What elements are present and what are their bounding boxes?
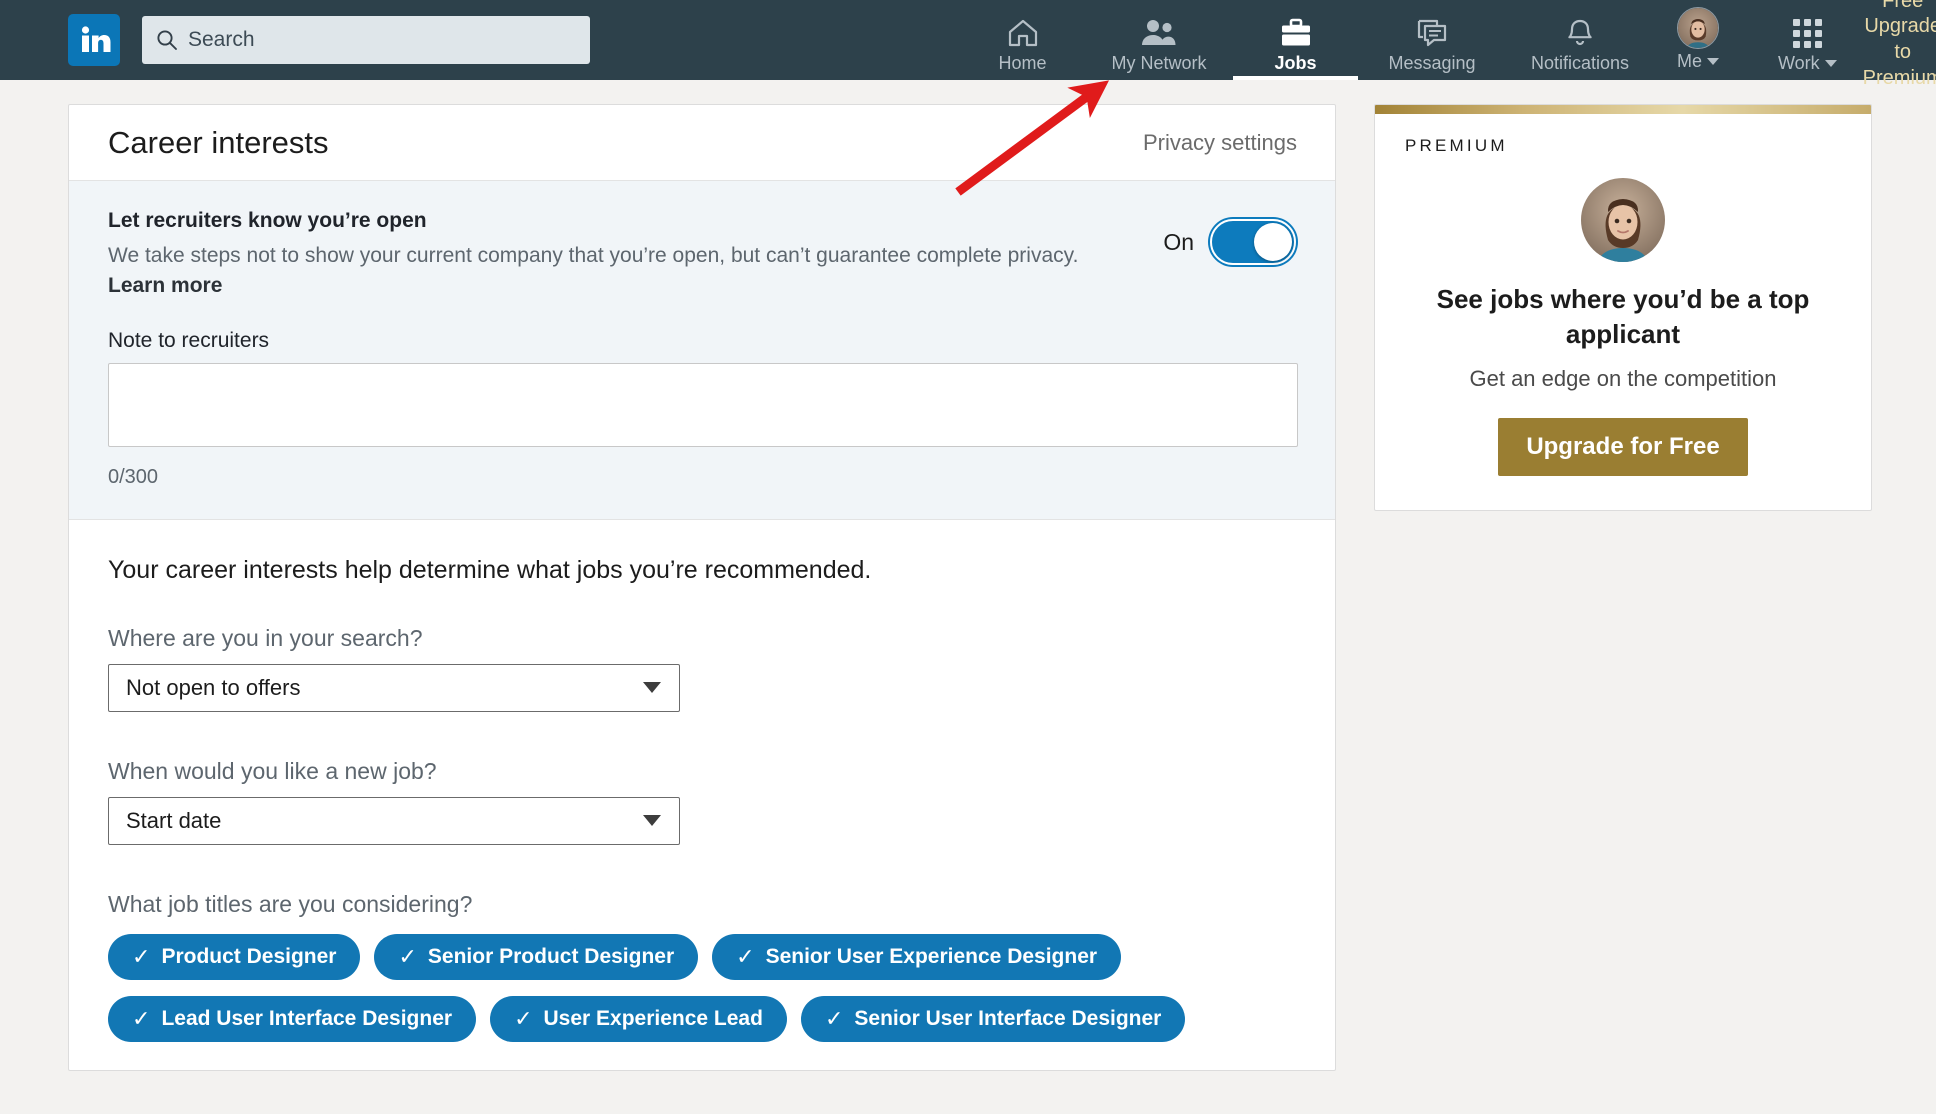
field-job-titles-label: What job titles are you considering? — [108, 890, 473, 917]
nav-item-me[interactable]: Me — [1654, 0, 1742, 80]
nav-left-group — [0, 14, 590, 66]
message-icon — [1416, 16, 1448, 50]
job-title-pill-label: Lead User Interface Designer — [161, 1006, 453, 1030]
premium-gold-bar — [1375, 105, 1871, 114]
job-title-pill[interactable]: ✓ Senior Product Designer — [374, 933, 699, 980]
chevron-down-icon — [643, 815, 661, 827]
toggle-knob — [1254, 223, 1292, 261]
nav-item-jobs[interactable]: Jobs — [1233, 0, 1358, 80]
job-title-pill[interactable]: ✓ Product Designer — [108, 933, 361, 980]
people-icon — [1141, 16, 1177, 50]
nav-item-notifications[interactable]: Notifications — [1506, 0, 1654, 80]
job-title-pill-label: Senior User Interface Designer — [854, 1006, 1162, 1030]
career-interests-body: Your career interests help determine wha… — [69, 520, 1335, 1070]
nav-item-my-network-label: My Network — [1111, 53, 1207, 73]
bell-icon — [1565, 16, 1595, 50]
check-icon: ✓ — [132, 1005, 151, 1031]
check-icon: ✓ — [736, 943, 755, 969]
page-title: Career interests — [108, 124, 329, 160]
nav-item-me-label: Me — [1676, 51, 1702, 71]
upgrade-for-free-button[interactable]: Upgrade for Free — [1498, 417, 1748, 476]
home-icon — [1007, 16, 1039, 50]
privacy-settings-link[interactable]: Privacy settings — [1143, 130, 1297, 156]
open-to-recruiters-section: Let recruiters know you’re open We take … — [69, 181, 1335, 520]
toggle-state-label: On — [1163, 228, 1194, 255]
premium-upgrade-line1: Free Upgrade — [1864, 0, 1936, 38]
chevron-down-icon — [643, 682, 661, 694]
job-title-pill-row-2: ✓ Lead User Interface Designer ✓ User Ex… — [108, 995, 1296, 1042]
check-icon: ✓ — [824, 1005, 844, 1031]
field-search-status-label: Where are you in your search? — [108, 624, 423, 651]
premium-card-subtitle: Get an edge on the competition — [1469, 365, 1777, 391]
job-title-pill-label: Senior User Experience Designer — [765, 944, 1098, 968]
job-title-pill-row-1: ✓ Product Designer ✓ Senior Product Desi… — [108, 933, 1296, 980]
avatar — [1677, 7, 1719, 49]
nav-item-messaging[interactable]: Messaging — [1358, 0, 1506, 80]
nav-items-group: Home My Network Jobs Messaging Notificat… — [960, 0, 1742, 80]
open-to-recruiters-description: We take steps not to show your current c… — [108, 241, 1088, 301]
job-title-pill[interactable]: ✓ User Experience Lead — [490, 995, 787, 1042]
nav-item-notifications-label: Notifications — [1530, 53, 1630, 73]
nav-item-work-label-group: Work — [1778, 53, 1837, 74]
nav-item-home[interactable]: Home — [960, 0, 1085, 80]
nav-item-work[interactable]: Work — [1778, 0, 1837, 80]
open-to-recruiters-description-text: We take steps not to show your current c… — [108, 244, 1079, 267]
search-input[interactable] — [188, 16, 576, 64]
briefcase-icon — [1280, 16, 1312, 50]
search-icon — [157, 30, 177, 50]
job-title-pill-label: User Experience Lead — [543, 1006, 763, 1030]
start-date-select-value: Start date — [126, 807, 222, 833]
open-toggle-group: On — [1163, 209, 1296, 265]
premium-badge: PREMIUM — [1405, 136, 1508, 155]
field-search-status: Where are you in your search? Not open t… — [108, 625, 1296, 712]
field-start-date-label: When would you like a new job? — [108, 757, 437, 784]
job-title-pill-label: Senior Product Designer — [427, 944, 675, 968]
chevron-down-icon — [1707, 58, 1719, 65]
open-to-recruiters-text: Let recruiters know you’re open We take … — [108, 209, 1088, 301]
check-icon: ✓ — [132, 943, 151, 969]
job-title-pill[interactable]: ✓ Lead User Interface Designer — [108, 995, 477, 1042]
nav-item-me-label-group: Me — [1677, 51, 1719, 72]
field-start-date: When would you like a new job? Start dat… — [108, 758, 1296, 845]
premium-promo-card: PREMIUM See jobs where you’d be a top ap… — [1374, 104, 1872, 511]
premium-card-body: PREMIUM See jobs where you’d be a top ap… — [1375, 114, 1871, 510]
job-title-pill-label: Product Designer — [161, 944, 337, 968]
nav-item-jobs-label: Jobs — [1274, 53, 1317, 73]
nav-item-my-network[interactable]: My Network — [1085, 0, 1233, 80]
learn-more-link[interactable]: Learn more — [108, 274, 222, 297]
page-content: Career interests Privacy settings Let re… — [0, 80, 1936, 1071]
job-title-pill[interactable]: ✓ Senior User Experience Designer — [712, 933, 1122, 980]
premium-member-avatar — [1581, 178, 1665, 262]
note-character-counter: 0/300 — [108, 465, 159, 488]
top-navigation-bar: Home My Network Jobs — [0, 0, 1936, 89]
start-date-select[interactable]: Start date — [108, 796, 680, 845]
open-to-recruiters-heading: Let recruiters know you’re open — [108, 209, 427, 232]
grid-icon — [1792, 16, 1822, 50]
search-box[interactable] — [142, 16, 590, 64]
nav-item-home-label: Home — [998, 53, 1047, 73]
check-icon: ✓ — [514, 1005, 533, 1031]
note-to-recruiters-input[interactable] — [108, 362, 1298, 447]
nav-item-work-label: Work — [1778, 53, 1820, 73]
search-status-select[interactable]: Not open to offers — [108, 663, 680, 712]
field-job-titles: What job titles are you considering? ✓ P… — [108, 891, 1296, 1042]
premium-card-title: See jobs where you’d be a top applicant — [1436, 284, 1810, 349]
open-to-recruiters-toggle[interactable] — [1210, 219, 1296, 265]
career-interests-card: Career interests Privacy settings Let re… — [68, 104, 1336, 1071]
linkedin-logo-icon[interactable] — [68, 14, 120, 66]
open-to-recruiters-header: Let recruiters know you’re open We take … — [108, 209, 1296, 301]
free-upgrade-to-premium-link[interactable]: Free Upgrade to Premium — [1863, 0, 1936, 91]
chevron-down-icon — [1824, 60, 1837, 67]
check-icon: ✓ — [398, 943, 417, 969]
premium-upgrade-line2: to Premium — [1862, 41, 1936, 89]
search-status-select-value: Not open to offers — [126, 674, 301, 700]
card-header: Career interests Privacy settings — [69, 105, 1335, 181]
career-interests-intro: Your career interests help determine wha… — [108, 555, 872, 584]
job-title-pill[interactable]: ✓ Senior User Interface Designer — [800, 995, 1186, 1042]
nav-item-messaging-label: Messaging — [1388, 53, 1476, 73]
note-to-recruiters-label: Note to recruiters — [108, 328, 270, 352]
